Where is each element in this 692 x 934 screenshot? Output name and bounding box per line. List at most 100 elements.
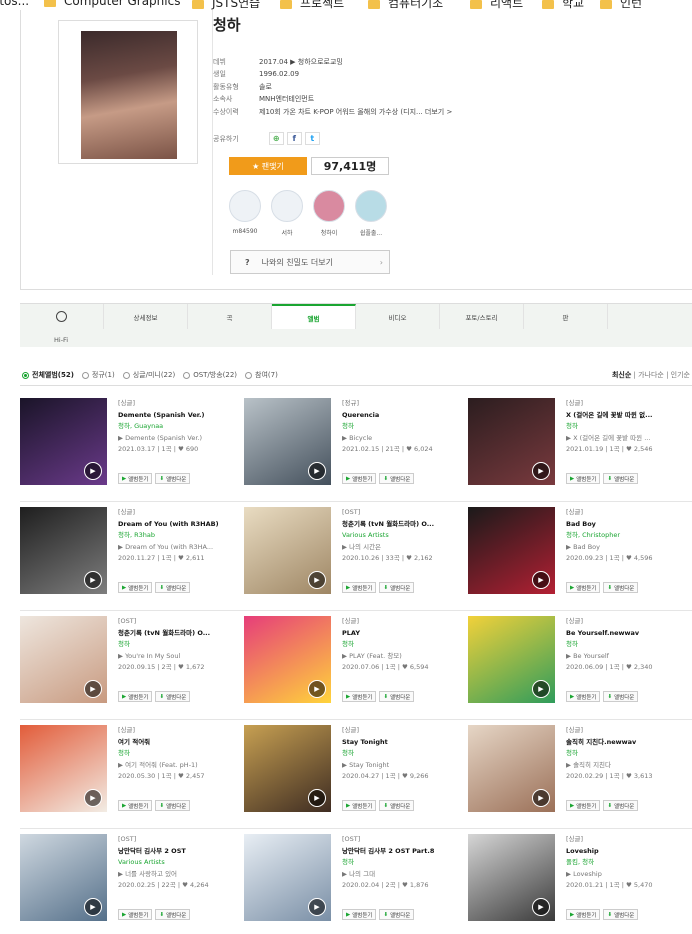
artist-photo[interactable] [81,31,177,159]
album-title-song[interactable]: ▶ Be Yourself [566,651,686,663]
album-name[interactable]: 여기 적어줘 [118,737,238,749]
album-listen-button[interactable]: ▶ 앨범듣기 [342,582,377,593]
bookmark-item[interactable]: Computer Graphics [44,0,180,8]
album-name[interactable]: 청춘기록 (tvN 월화드라마) O... [118,628,238,640]
closeness-button[interactable]: ? 나와의 친밀도 더보기 › [230,250,390,274]
filter-option[interactable]: 참여(7) [245,370,278,380]
play-icon[interactable]: ▶ [532,789,550,807]
tab-item[interactable]: 비디오 [356,304,440,329]
album-artist[interactable]: 폴킴, 청하 [566,857,686,869]
album-name[interactable]: 낭만닥터 김사부 2 OST Part.8 [342,846,462,858]
album-title-song[interactable]: ▶ Bad Boy [566,542,686,554]
album-artist[interactable]: 청하 [342,639,462,651]
album-listen-button[interactable]: ▶ 앨범듣기 [118,473,153,484]
album-listen-button[interactable]: ▶ 앨범듣기 [118,691,153,702]
album-cover[interactable]: ▶ [20,834,107,921]
album-title-song[interactable]: ▶ 솔직히 지친다 [566,760,686,772]
play-icon[interactable]: ▶ [308,789,326,807]
album-listen-button[interactable]: ▶ 앨범듣기 [118,800,153,811]
album-download-button[interactable]: ⬇ 앨범다운 [155,582,191,593]
album-artist[interactable]: 청하, Christopher [566,530,686,542]
album-artist[interactable]: 청하, R3hab [118,530,238,542]
album-listen-button[interactable]: ▶ 앨범듣기 [566,691,601,702]
album-listen-button[interactable]: ▶ 앨범듣기 [342,691,377,702]
album-listen-button[interactable]: ▶ 앨범듣기 [118,909,153,920]
album-download-button[interactable]: ⬇ 앨범다운 [155,691,191,702]
play-icon[interactable]: ▶ [84,680,102,698]
album-name[interactable]: Demente (Spanish Ver.) [118,410,238,422]
album-artist[interactable]: 청하 [118,748,238,760]
album-title-song[interactable]: ▶ You're In My Soul [118,651,238,663]
album-artist[interactable]: 청하 [566,639,686,651]
filter-option[interactable]: OST/방송(22) [183,370,237,380]
album-download-button[interactable]: ⬇ 앨범다운 [155,909,191,920]
sort-popular[interactable]: 인기순 [671,371,690,379]
album-listen-button[interactable]: ▶ 앨범듣기 [342,473,377,484]
album-name[interactable]: 청춘기록 (tvN 월화드라마) O... [342,519,462,531]
album-listen-button[interactable]: ▶ 앨범듣기 [342,800,377,811]
album-name[interactable]: Querencia [342,410,462,422]
album-listen-button[interactable]: ▶ 앨범듣기 [566,473,601,484]
album-artist[interactable]: 청하 [566,421,686,433]
album-download-button[interactable]: ⬇ 앨범다운 [155,800,191,811]
album-cover[interactable]: ▶ [244,616,331,703]
fan-item[interactable]: 청하이 [308,190,350,237]
album-cover[interactable]: ▶ [20,616,107,703]
share-facebook-icon[interactable]: f [286,132,302,145]
album-name[interactable]: 낭만닥터 김사부 2 OST [118,846,238,858]
fan-item[interactable]: m84590 [224,190,266,237]
album-artist[interactable]: Various Artists [118,857,238,869]
album-name[interactable]: Stay Tonight [342,737,462,749]
album-download-button[interactable]: ⬇ 앨범다운 [603,800,639,811]
album-artist[interactable]: 청하 [342,421,462,433]
album-title-song[interactable]: ▶ Demente (Spanish Ver.) [118,433,238,445]
filter-option[interactable]: 정규(1) [81,370,115,380]
album-name[interactable]: X (걸어온 길에 꽃밭 따윈 없... [566,410,686,422]
album-cover[interactable]: ▶ [468,398,555,485]
album-download-button[interactable]: ⬇ 앨범다운 [379,909,415,920]
album-cover[interactable]: ▶ [244,834,331,921]
album-cover[interactable]: ▶ [20,507,107,594]
album-title-song[interactable]: ▶ Dream of You (with R3HA... [118,542,238,554]
album-name[interactable]: Be Yourself.newwav [566,628,686,640]
album-cover[interactable]: ▶ [244,725,331,812]
play-icon[interactable]: ▶ [84,898,102,916]
album-name[interactable]: Loveship [566,846,686,858]
album-cover[interactable]: ▶ [468,834,555,921]
filter-option[interactable]: 전체앨범(52) [22,370,74,380]
album-artist[interactable]: 청하 [342,748,462,760]
tab-item[interactable]: 곡 [188,304,272,329]
album-download-button[interactable]: ⬇ 앨범다운 [603,909,639,920]
album-title-song[interactable]: ▶ Bicycle [342,433,462,445]
album-name[interactable]: Dream of You (with R3HAB) [118,519,238,531]
play-icon[interactable]: ▶ [532,462,550,480]
album-download-button[interactable]: ⬇ 앨범다운 [379,473,415,484]
album-download-button[interactable]: ⬇ 앨범다운 [603,473,639,484]
album-cover[interactable]: ▶ [20,725,107,812]
fan-item[interactable]: 서하 [266,190,308,237]
bookmark-item[interactable]: otos... [0,0,29,8]
album-name[interactable]: 솔직히 지친다.newwav [566,737,686,749]
play-icon[interactable]: ▶ [308,571,326,589]
album-cover[interactable]: ▶ [468,725,555,812]
album-cover[interactable]: ▶ [244,398,331,485]
album-listen-button[interactable]: ▶ 앨범듣기 [566,800,601,811]
play-icon[interactable]: ▶ [532,680,550,698]
album-download-button[interactable]: ⬇ 앨범다운 [379,691,415,702]
album-cover[interactable]: ▶ [20,398,107,485]
album-artist[interactable]: 청하, Guaynaa [118,421,238,433]
album-cover[interactable]: ▶ [244,507,331,594]
fan-item[interactable]: 쉽플출... [350,190,392,237]
album-artist[interactable]: 청하 [118,639,238,651]
album-download-button[interactable]: ⬇ 앨범다운 [603,582,639,593]
album-name[interactable]: PLAY [342,628,462,640]
share-kakao-icon[interactable]: ⊕ [268,132,284,145]
album-listen-button[interactable]: ▶ 앨범듣기 [566,909,601,920]
fan-button[interactable]: ★ 팬맺기 [229,157,307,175]
album-title-song[interactable]: ▶ PLAY (Feat. 창모) [342,651,462,663]
filter-option[interactable]: 싱글/미니(22) [122,370,175,380]
album-artist[interactable]: Various Artists [342,530,462,542]
album-artist[interactable]: 청하 [566,748,686,760]
album-title-song[interactable]: ▶ X (걸어온 길에 꽃밭 따윈 ... [566,433,686,445]
play-icon[interactable]: ▶ [308,462,326,480]
